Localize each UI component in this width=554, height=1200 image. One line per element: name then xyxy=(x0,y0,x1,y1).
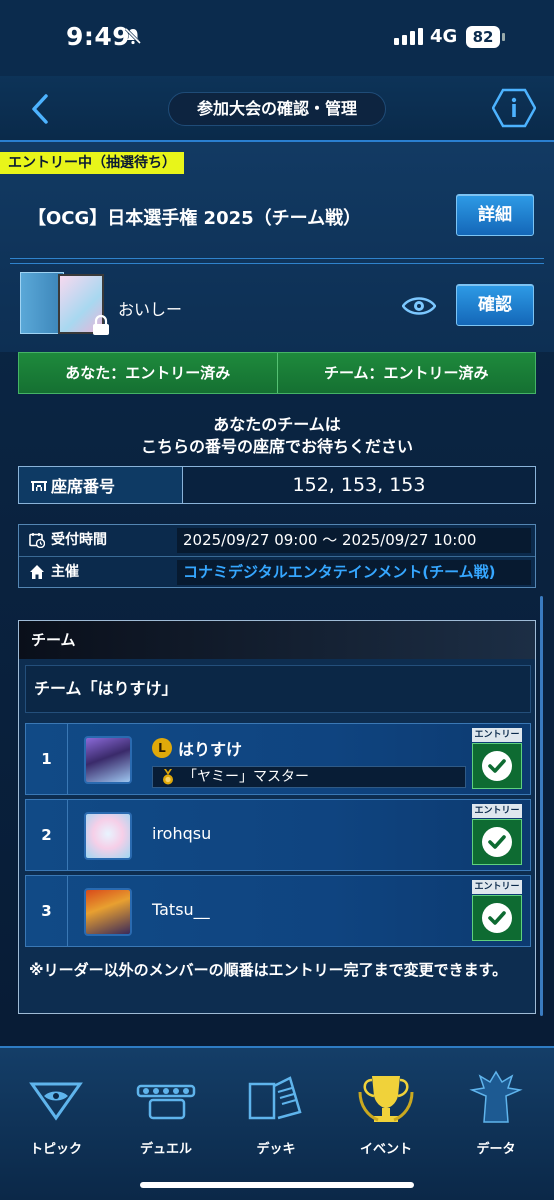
entry-status-indicator: エントリー xyxy=(472,728,522,790)
detail-button[interactable]: 詳細 xyxy=(456,194,534,236)
member-number: 2 xyxy=(26,800,68,870)
nav-item-event[interactable]: イベント xyxy=(336,1062,436,1162)
lock-icon xyxy=(93,314,109,335)
wait-message: あなたのチームは こちらの番号の座席でお待ちください xyxy=(0,414,554,458)
duel-disk-icon xyxy=(136,1084,196,1120)
app-header: 参加大会の確認・管理 xyxy=(0,76,554,140)
team-member-row[interactable]: 3 Tatsu__ エントリー xyxy=(25,875,531,947)
entry-status-indicator: エントリー xyxy=(472,804,522,866)
team-name: チーム「はりすけ」 xyxy=(25,665,531,713)
confirm-button[interactable]: 確認 xyxy=(456,284,534,326)
bottom-nav: トピック デュエル デッキ イベント データ xyxy=(0,1046,554,1200)
page-title: 参加大会の確認・管理 xyxy=(168,92,386,126)
team-entry-status: チーム：エントリー済み xyxy=(276,353,536,393)
member-name: irohqsu xyxy=(152,824,212,843)
seat-number-value: 152, 153, 153 xyxy=(183,467,535,503)
seat-label: 座席番号 xyxy=(51,477,116,496)
seat-number-row: 座席番号 152, 153, 153 xyxy=(18,466,536,504)
entry-tag: エントリー xyxy=(472,880,522,894)
nav-item-duel[interactable]: デュエル xyxy=(116,1062,216,1162)
trophy-icon xyxy=(358,1076,414,1122)
member-name: Tatsu__ xyxy=(152,900,210,919)
team-member-row[interactable]: 1 L はりすけ 「ヤミー」マスター エントリー xyxy=(25,723,531,795)
event-name: 【OCG】日本選手権 2025（チーム戦） xyxy=(28,208,362,229)
eye-icon[interactable] xyxy=(402,294,436,318)
calendar-clock-icon xyxy=(29,533,45,548)
wait-message-line2: こちらの番号の座席でお待ちください xyxy=(140,437,413,456)
entry-status-indicator: エントリー xyxy=(472,880,522,942)
bell-muted-icon xyxy=(124,27,142,45)
reception-time-value: 2025/09/27 09:00 〜 2025/09/27 10:00 xyxy=(177,528,531,553)
reception-time-row: 受付時間 2025/09/27 09:00 〜 2025/09/27 10:00 xyxy=(19,525,535,556)
deck-thumbnail xyxy=(16,272,109,338)
nav-item-deck[interactable]: デッキ xyxy=(226,1062,326,1162)
avatar xyxy=(84,888,132,936)
scrollbar[interactable] xyxy=(540,596,543,1016)
status-bar: 9:49 4G 82 xyxy=(0,0,554,76)
avatar xyxy=(84,812,132,860)
member-number: 1 xyxy=(26,724,68,794)
nav-label: データ xyxy=(476,1142,516,1157)
seat-table-icon xyxy=(31,481,47,491)
signal-icon xyxy=(394,28,423,45)
battery-indicator: 82 xyxy=(466,26,505,48)
entry-status-badge: エントリー中（抽選待ち） xyxy=(0,152,184,174)
wait-message-line1: あなたのチームは xyxy=(213,415,341,434)
entry-status-strip: あなた：エントリー済み チーム：エントリー済み xyxy=(18,352,536,394)
event-card: エントリー中（抽選待ち） 【OCG】日本選手権 2025（チーム戦） 詳細 おい… xyxy=(0,140,554,352)
check-icon xyxy=(472,743,522,789)
entry-tag: エントリー xyxy=(472,728,522,742)
organizer-link[interactable]: コナミデジタルエンタテインメント(チーム戦) xyxy=(177,560,531,585)
home-indicator xyxy=(140,1182,414,1188)
status-time: 9:49 xyxy=(66,22,131,51)
back-chevron-icon[interactable] xyxy=(26,92,56,126)
nav-item-data[interactable]: データ xyxy=(446,1062,546,1162)
millennium-eye-icon xyxy=(29,1082,83,1121)
seat-label-cell: 座席番号 xyxy=(19,467,183,503)
player-title-text: 「ヤミー」マスター xyxy=(183,769,309,785)
team-member-row[interactable]: 2 irohqsu エントリー xyxy=(25,799,531,871)
reception-time-label: 受付時間 xyxy=(51,532,107,548)
nav-item-topics[interactable]: トピック xyxy=(6,1062,106,1162)
team-panel: チーム チーム「はりすけ」 1 L はりすけ 「ヤミー」マスター エントリー 2… xyxy=(18,620,536,1014)
nav-label: デュエル xyxy=(139,1142,192,1157)
member-order-note: ※リーダー以外のメンバーの順番はエントリー完了まで変更できます。 xyxy=(29,961,508,979)
entry-tag: エントリー xyxy=(472,804,522,818)
nav-label: デッキ xyxy=(256,1142,296,1157)
home-icon xyxy=(30,565,44,579)
organizer-label: 主催 xyxy=(51,564,79,580)
event-info-table: 受付時間 2025/09/27 09:00 〜 2025/09/27 10:00… xyxy=(18,524,536,588)
info-icon[interactable] xyxy=(492,88,536,128)
card-divider xyxy=(10,258,544,264)
team-panel-header: チーム xyxy=(19,621,535,659)
character-silhouette-icon xyxy=(469,1070,523,1123)
check-icon xyxy=(472,819,522,865)
avatar xyxy=(84,736,132,784)
leader-badge-icon: L xyxy=(152,738,172,758)
medal-icon xyxy=(163,769,173,785)
deck-name: おいしー xyxy=(118,300,183,319)
player-title: 「ヤミー」マスター xyxy=(152,766,466,788)
organizer-row: 主催 コナミデジタルエンタテインメント(チーム戦) xyxy=(19,556,535,587)
network-type: 4G xyxy=(430,26,458,47)
nav-label: トピック xyxy=(29,1142,82,1157)
member-name: はりすけ xyxy=(178,740,243,759)
member-number: 3 xyxy=(26,876,68,946)
player-entry-status: あなた：エントリー済み xyxy=(65,364,231,382)
deck-cards-icon xyxy=(248,1076,302,1120)
check-icon xyxy=(472,895,522,941)
nav-label: イベント xyxy=(359,1142,412,1157)
